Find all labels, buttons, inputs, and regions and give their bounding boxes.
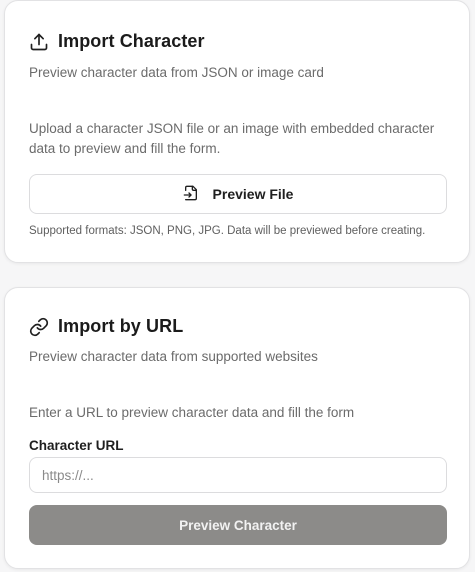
link-icon bbox=[29, 317, 49, 337]
character-url-input[interactable] bbox=[29, 457, 447, 493]
import-character-description: Upload a character JSON file or an image… bbox=[29, 121, 435, 156]
file-import-icon bbox=[183, 185, 213, 204]
preview-character-label: Preview Character bbox=[179, 517, 297, 533]
import-character-title: Import Character bbox=[58, 31, 205, 51]
preview-file-label: Preview File bbox=[212, 186, 294, 202]
import-url-title: Import by URL bbox=[58, 316, 184, 336]
import-url-card: Import by URL Preview character data fro… bbox=[4, 287, 470, 569]
preview-character-button[interactable]: Preview Character bbox=[29, 505, 447, 545]
supported-formats-note: Supported formats: JSON, PNG, JPG. Data … bbox=[29, 225, 426, 237]
import-url-header: Import by URL bbox=[29, 316, 183, 337]
preview-file-button[interactable]: Preview File bbox=[29, 174, 447, 214]
import-url-subtitle: Preview character data from supported we… bbox=[29, 349, 318, 364]
import-character-header: Import Character bbox=[29, 31, 205, 52]
import-character-subtitle: Preview character data from JSON or imag… bbox=[29, 65, 324, 80]
upload-icon bbox=[29, 32, 49, 52]
import-character-card: Import Character Preview character data … bbox=[4, 0, 470, 263]
character-url-label: Character URL bbox=[29, 438, 124, 453]
import-url-description: Enter a URL to preview character data an… bbox=[29, 405, 355, 420]
